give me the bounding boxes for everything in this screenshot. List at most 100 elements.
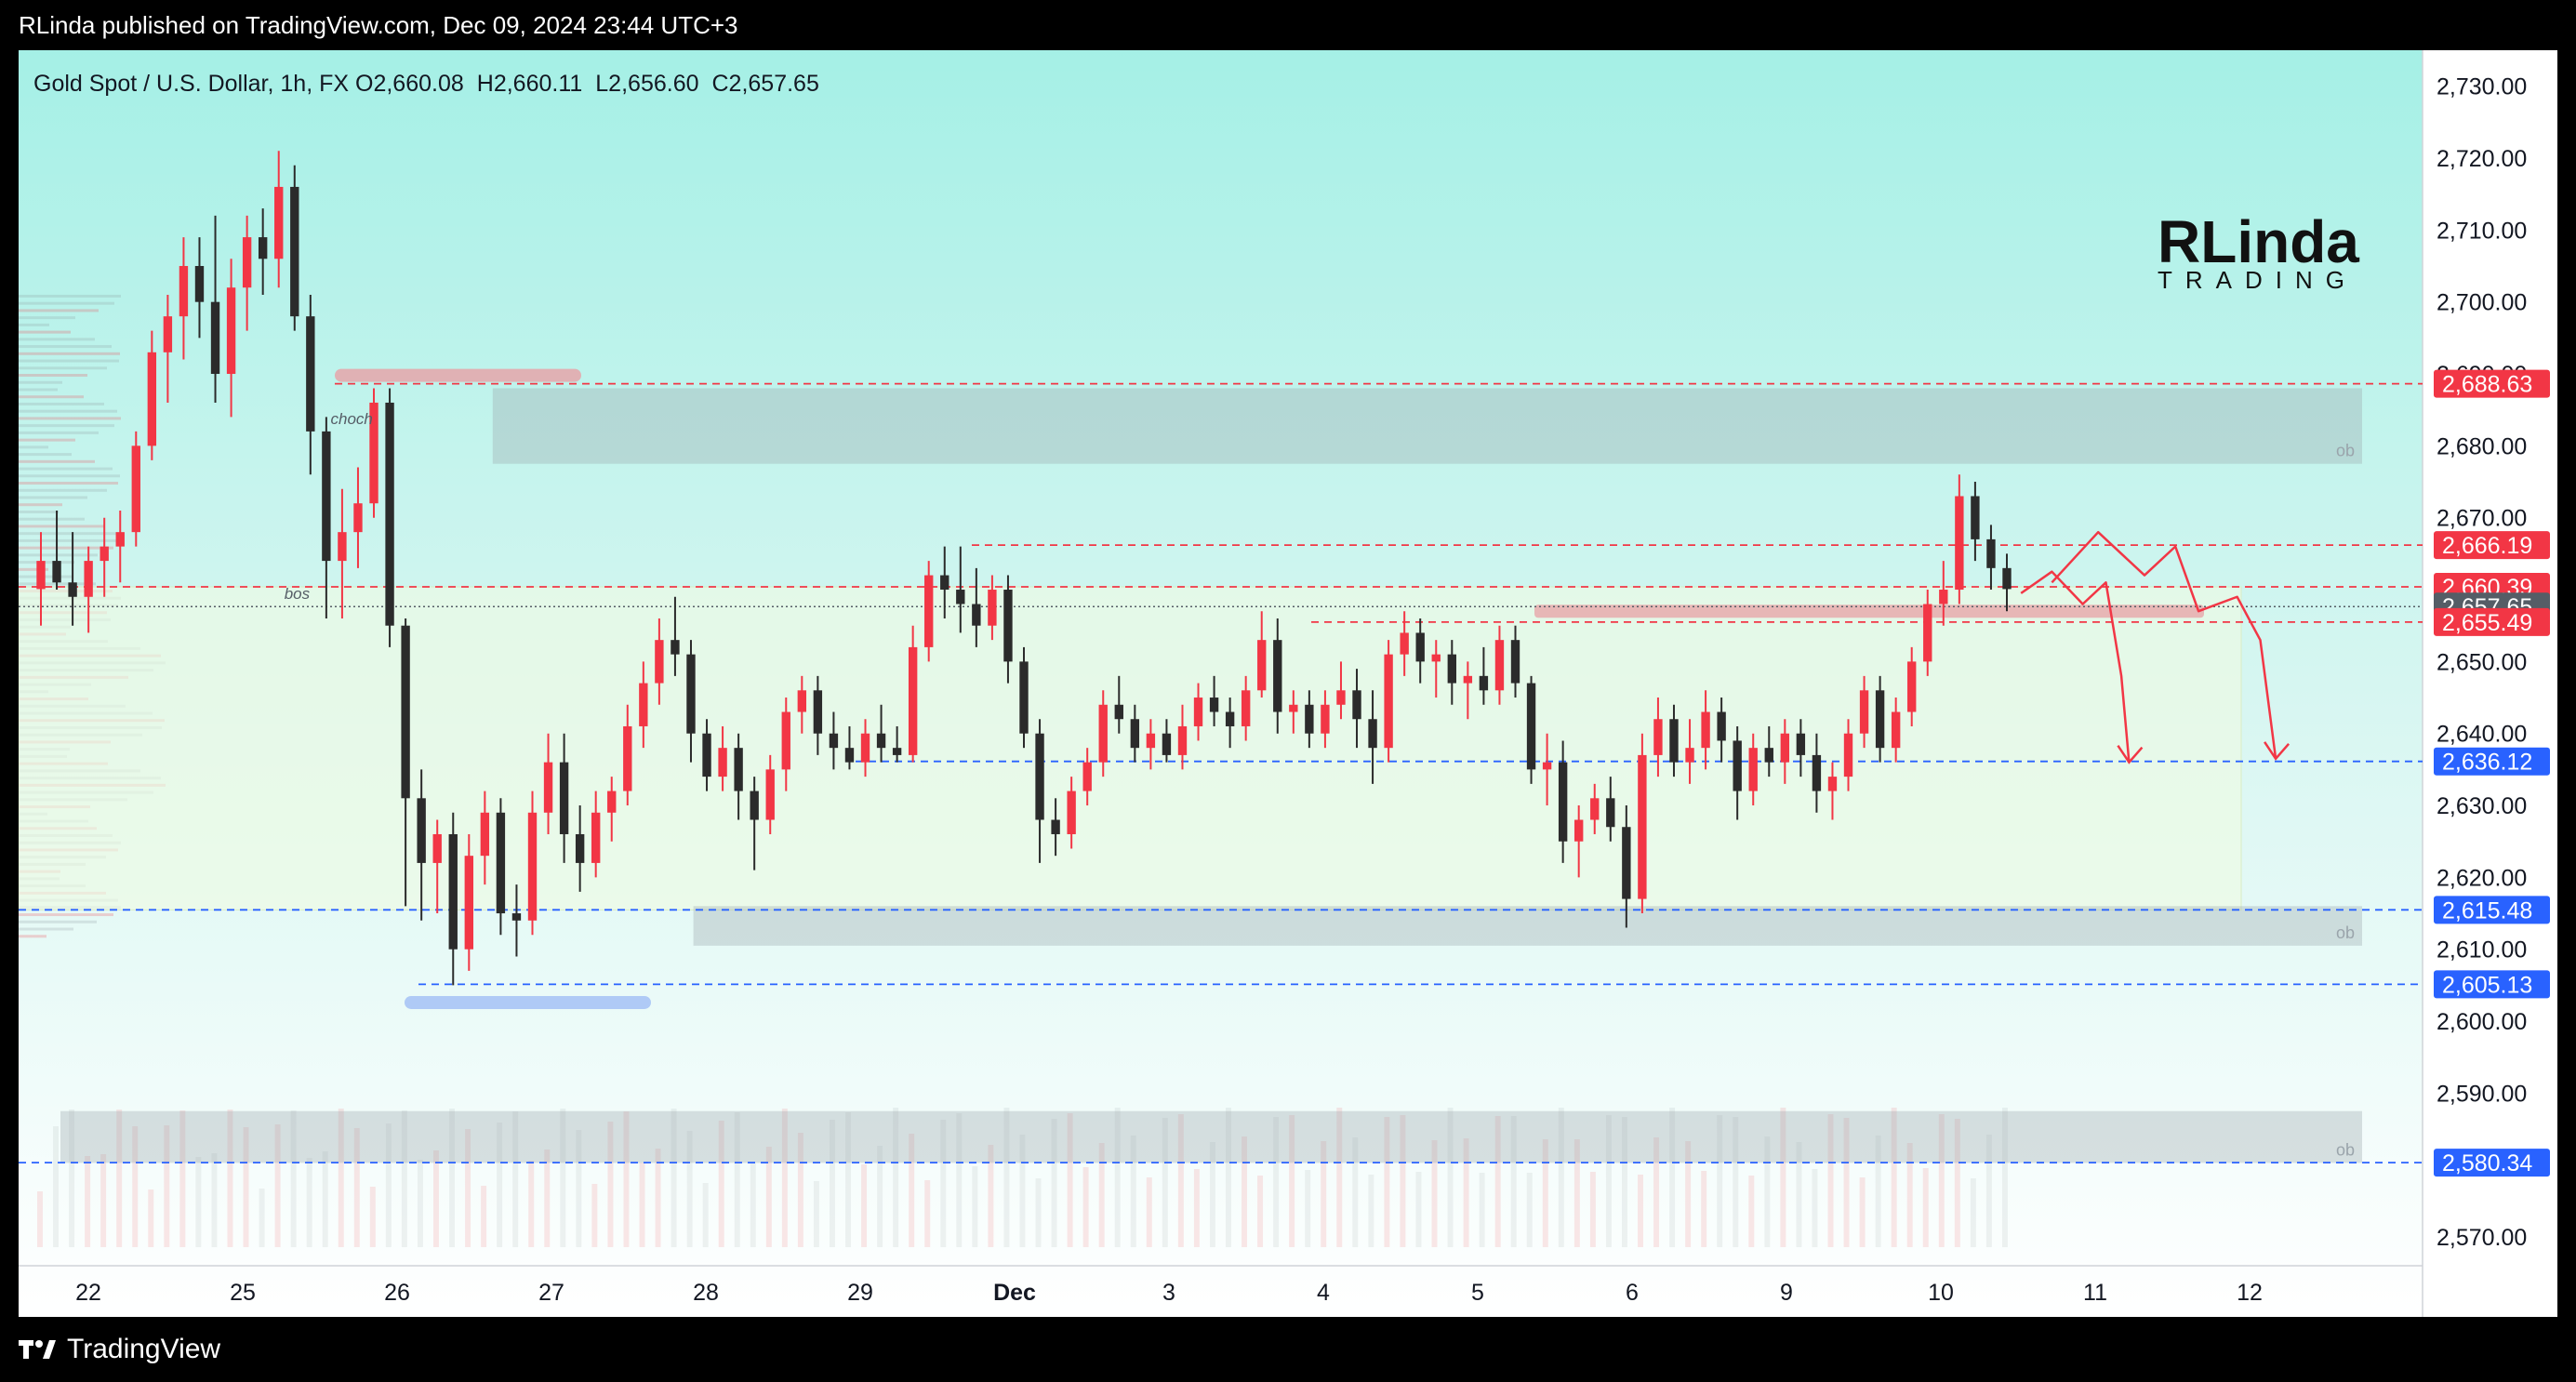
candle-body xyxy=(908,646,918,755)
range-box xyxy=(18,586,2242,910)
candle-body xyxy=(1241,690,1251,726)
candle-body xyxy=(1923,604,1932,662)
volume-profile-row xyxy=(19,352,120,355)
volume-bar xyxy=(1479,1173,1485,1247)
volume-profile-row xyxy=(19,438,75,442)
candle-body xyxy=(179,266,189,317)
ohlc-low: L2,656.60 xyxy=(595,71,698,97)
candle-body xyxy=(1542,762,1552,770)
candle-body xyxy=(607,791,617,813)
volume-profile-row xyxy=(19,294,121,298)
volume-bar xyxy=(211,1153,218,1247)
volume-bar xyxy=(702,1183,709,1247)
volume-profile-row xyxy=(19,935,46,938)
y-tick-label: 2,710.00 xyxy=(2437,218,2527,244)
ohlc-open: O2,660.08 xyxy=(355,71,464,97)
candle-body xyxy=(1051,819,1060,834)
candle-body xyxy=(115,532,125,547)
candle-body xyxy=(1827,777,1838,791)
volume-profile-row xyxy=(19,532,117,536)
candle-body xyxy=(892,748,902,755)
ohlc-high: H2,660.11 xyxy=(477,71,583,97)
x-tick-label: Dec xyxy=(993,1280,1036,1306)
volume-profile-row xyxy=(19,301,114,305)
volume-bar xyxy=(481,1186,487,1247)
candle-body xyxy=(194,266,205,302)
price-tag-label-4: 2,655.49 xyxy=(2442,610,2532,636)
candle-body xyxy=(813,690,823,734)
volume-bar xyxy=(306,1158,312,1247)
footer-brand[interactable]: TradingView xyxy=(67,1334,220,1365)
time-axis[interactable]: 22 25 26 27 28 29 Dec 3 4 5 6 9 10 11 12 xyxy=(75,1280,2263,1306)
volume-profile-row xyxy=(19,330,71,334)
candle-body xyxy=(100,546,109,562)
candle-body xyxy=(1843,733,1853,777)
y-tick-label: 2,640.00 xyxy=(2437,722,2527,748)
candle-body xyxy=(1955,496,1964,591)
candle-body xyxy=(527,812,538,921)
candle-body xyxy=(765,769,775,820)
candle-body xyxy=(591,812,601,863)
volume-profile-row xyxy=(19,431,99,434)
x-tick-label: 25 xyxy=(230,1280,256,1306)
volume-bar xyxy=(369,1187,376,1247)
candle-body xyxy=(1067,791,1076,834)
volume-bar xyxy=(322,1151,328,1247)
volume-bar xyxy=(750,1163,756,1247)
candle-body xyxy=(68,582,77,597)
candle-body xyxy=(1796,733,1806,755)
volume-bar xyxy=(639,1163,645,1247)
volume-bar xyxy=(1193,1169,1200,1247)
price-tag-label-7: 2,605.13 xyxy=(2442,972,2532,998)
candle-body xyxy=(988,590,997,626)
candle-body xyxy=(1035,733,1044,820)
candle-body xyxy=(1003,590,1013,662)
candle-body xyxy=(543,762,553,813)
candle-body xyxy=(306,316,315,432)
candle-body xyxy=(1130,719,1140,749)
chart-area[interactable]: obobob chochbos-poi 2,570.002,580.002,59… xyxy=(18,50,2557,1317)
y-tick-label: 2,570.00 xyxy=(2437,1225,2527,1251)
volume-profile-row xyxy=(19,467,113,471)
candle-body xyxy=(131,445,140,533)
candle-body xyxy=(52,561,61,583)
volume-profile-row xyxy=(19,553,98,557)
candle-body xyxy=(163,316,173,352)
volume-profile-row xyxy=(19,503,62,507)
candle-body xyxy=(401,625,410,799)
chart-title: Gold Spot / U.S. Dollar, 1h, FX xyxy=(33,71,349,97)
candle-body xyxy=(575,833,585,863)
candle-body xyxy=(1431,654,1441,662)
candle-body xyxy=(655,640,664,684)
candle-body xyxy=(718,748,727,777)
tradingview-logo-icon[interactable] xyxy=(19,1338,56,1361)
volume-bar xyxy=(37,1191,43,1247)
price-chart[interactable]: obobob chochbos-poi 2,570.002,580.002,59… xyxy=(18,50,2557,1317)
y-tick-label: 2,610.00 xyxy=(2437,937,2527,963)
liquidity-high-bar xyxy=(335,368,581,382)
volume-profile-row xyxy=(19,316,75,320)
candle-body xyxy=(1685,748,1694,763)
candle-body xyxy=(1114,704,1123,720)
candle-body xyxy=(258,237,268,259)
y-tick-label: 2,680.00 xyxy=(2437,433,2527,459)
volume-bar xyxy=(1638,1175,1644,1247)
volume-bar xyxy=(1035,1178,1042,1247)
price-tag-label-1: 2,666.19 xyxy=(2442,533,2532,559)
volume-profile-row xyxy=(19,517,85,521)
candle-body xyxy=(1146,733,1156,749)
candle-body xyxy=(671,640,680,655)
candle-body xyxy=(432,833,442,863)
candle-body xyxy=(972,604,981,626)
candle-body xyxy=(1748,748,1758,791)
volume-bar xyxy=(53,1126,60,1247)
candle-body xyxy=(1082,762,1092,791)
candle-body xyxy=(1368,719,1377,749)
volume-bar xyxy=(861,1164,868,1247)
y-tick-label: 2,600.00 xyxy=(2437,1009,2527,1035)
candle-body xyxy=(1638,754,1647,899)
candle-body xyxy=(702,733,711,777)
volume-bar xyxy=(1526,1173,1533,1247)
candle-body xyxy=(84,561,93,597)
volume-profile-row xyxy=(19,424,114,428)
